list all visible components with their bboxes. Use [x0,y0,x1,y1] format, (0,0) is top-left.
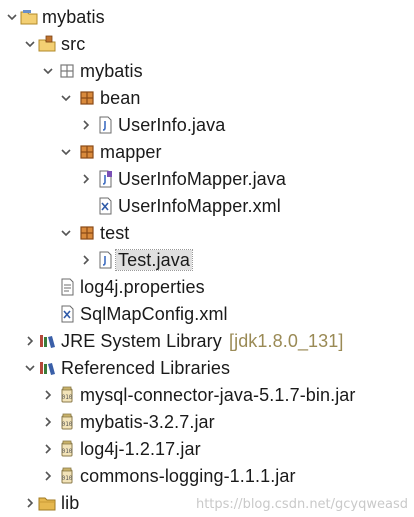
tree-item-jar-mybatis[interactable]: 010 mybatis-3.2.7.jar [0,409,414,436]
tree-label: commons-logging-1.1.1.jar [80,466,296,486]
tree-item-src[interactable]: src [0,31,414,58]
tree-item-jar-log4j[interactable]: 010 log4j-1.2.17.jar [0,436,414,463]
package-icon [80,145,94,159]
source-folder-icon [38,35,56,52]
tree-label: mapper [100,142,162,162]
tree-label: Referenced Libraries [61,358,231,378]
tree-label: UserInfo.java [118,115,226,135]
svg-text:010: 010 [62,394,73,401]
chevron-right-icon[interactable] [24,335,36,347]
tree-item-userinfomapper-xml[interactable]: UserInfoMapper.xml [0,193,414,220]
tree-item-userinfo-java[interactable]: UserInfo.java [0,112,414,139]
package-icon [80,91,94,105]
tree-item-package-bean[interactable]: bean [0,85,414,112]
tree-item-package-test[interactable]: test [0,220,414,247]
tree-label: test [100,223,130,243]
tree-item-jre-library[interactable]: JRE System Library [jdk1.8.0_131] [0,328,414,355]
tree-label: UserInfoMapper.java [118,169,286,189]
tree-item-log4j-properties[interactable]: log4j.properties [0,274,414,301]
chevron-right-icon[interactable] [80,254,92,266]
package-icon [80,226,94,240]
tree-label: mybatis [80,61,143,81]
tree-label: JRE System Library [61,331,222,351]
chevron-right-icon[interactable] [42,443,54,455]
library-icon [40,335,55,348]
tree-label: src [61,34,86,54]
tree-item-test-java[interactable]: Test.java [0,247,414,274]
chevron-right-icon[interactable] [42,389,54,401]
folder-icon [38,497,56,511]
tree-item-package-mybatis[interactable]: mybatis [0,58,414,85]
chevron-down-icon[interactable] [24,38,36,50]
tree-label: mybatis-3.2.7.jar [80,412,215,432]
tree-label: mybatis [42,7,105,27]
empty-package-icon [60,64,74,78]
tree-item-jar-commons-logging[interactable]: 010 commons-logging-1.1.1.jar [0,463,414,490]
xml-file-icon [61,305,74,323]
chevron-down-icon[interactable] [6,11,18,23]
java-file-icon [99,251,112,269]
tree-item-jar-mysql[interactable]: 010 mysql-connector-java-5.1.7-bin.jar [0,382,414,409]
tree-label: mysql-connector-java-5.1.7-bin.jar [80,385,356,405]
tree-label: bean [100,88,141,108]
svg-text:010: 010 [62,421,73,428]
project-explorer-tree: mybatis src mybatis bean UserInfo.java m… [0,4,414,517]
chevron-right-icon[interactable] [80,119,92,131]
chevron-right-icon[interactable] [42,416,54,428]
chevron-down-icon[interactable] [60,92,72,104]
svg-text:010: 010 [62,448,73,455]
tree-label: lib [61,493,80,513]
tree-label: log4j.properties [80,277,205,297]
watermark-text: https://blog.csdn.net/gcyqweasd [195,497,408,512]
jar-icon: 010 [61,440,73,457]
chevron-right-icon[interactable] [24,497,36,509]
chevron-right-icon[interactable] [42,470,54,482]
java-file-icon [99,116,112,134]
properties-file-icon [61,278,74,296]
jar-icon: 010 [61,386,73,403]
tree-label: UserInfoMapper.xml [118,196,281,216]
svg-text:010: 010 [62,475,73,482]
tree-label-selected: Test.java [115,249,193,271]
tree-item-project[interactable]: mybatis [0,4,414,31]
tree-item-userinfomapper-java[interactable]: UserInfoMapper.java [0,166,414,193]
tree-label: SqlMapConfig.xml [80,304,228,324]
jar-icon: 010 [61,413,73,430]
chevron-down-icon[interactable] [60,227,72,239]
tree-item-referenced-libraries[interactable]: Referenced Libraries [0,355,414,382]
library-icon [40,362,55,375]
xml-file-icon [99,197,112,215]
jar-icon: 010 [61,467,73,484]
tree-label: log4j-1.2.17.jar [80,439,201,459]
java-interface-icon [99,170,112,188]
tree-item-package-mapper[interactable]: mapper [0,139,414,166]
chevron-down-icon[interactable] [60,146,72,158]
chevron-down-icon[interactable] [42,65,54,77]
chevron-down-icon[interactable] [24,362,36,374]
jre-version-decoration: [jdk1.8.0_131] [229,331,344,351]
tree-item-sqlmapconfig-xml[interactable]: SqlMapConfig.xml [0,301,414,328]
chevron-right-icon[interactable] [80,173,92,185]
project-folder-icon [20,10,38,25]
